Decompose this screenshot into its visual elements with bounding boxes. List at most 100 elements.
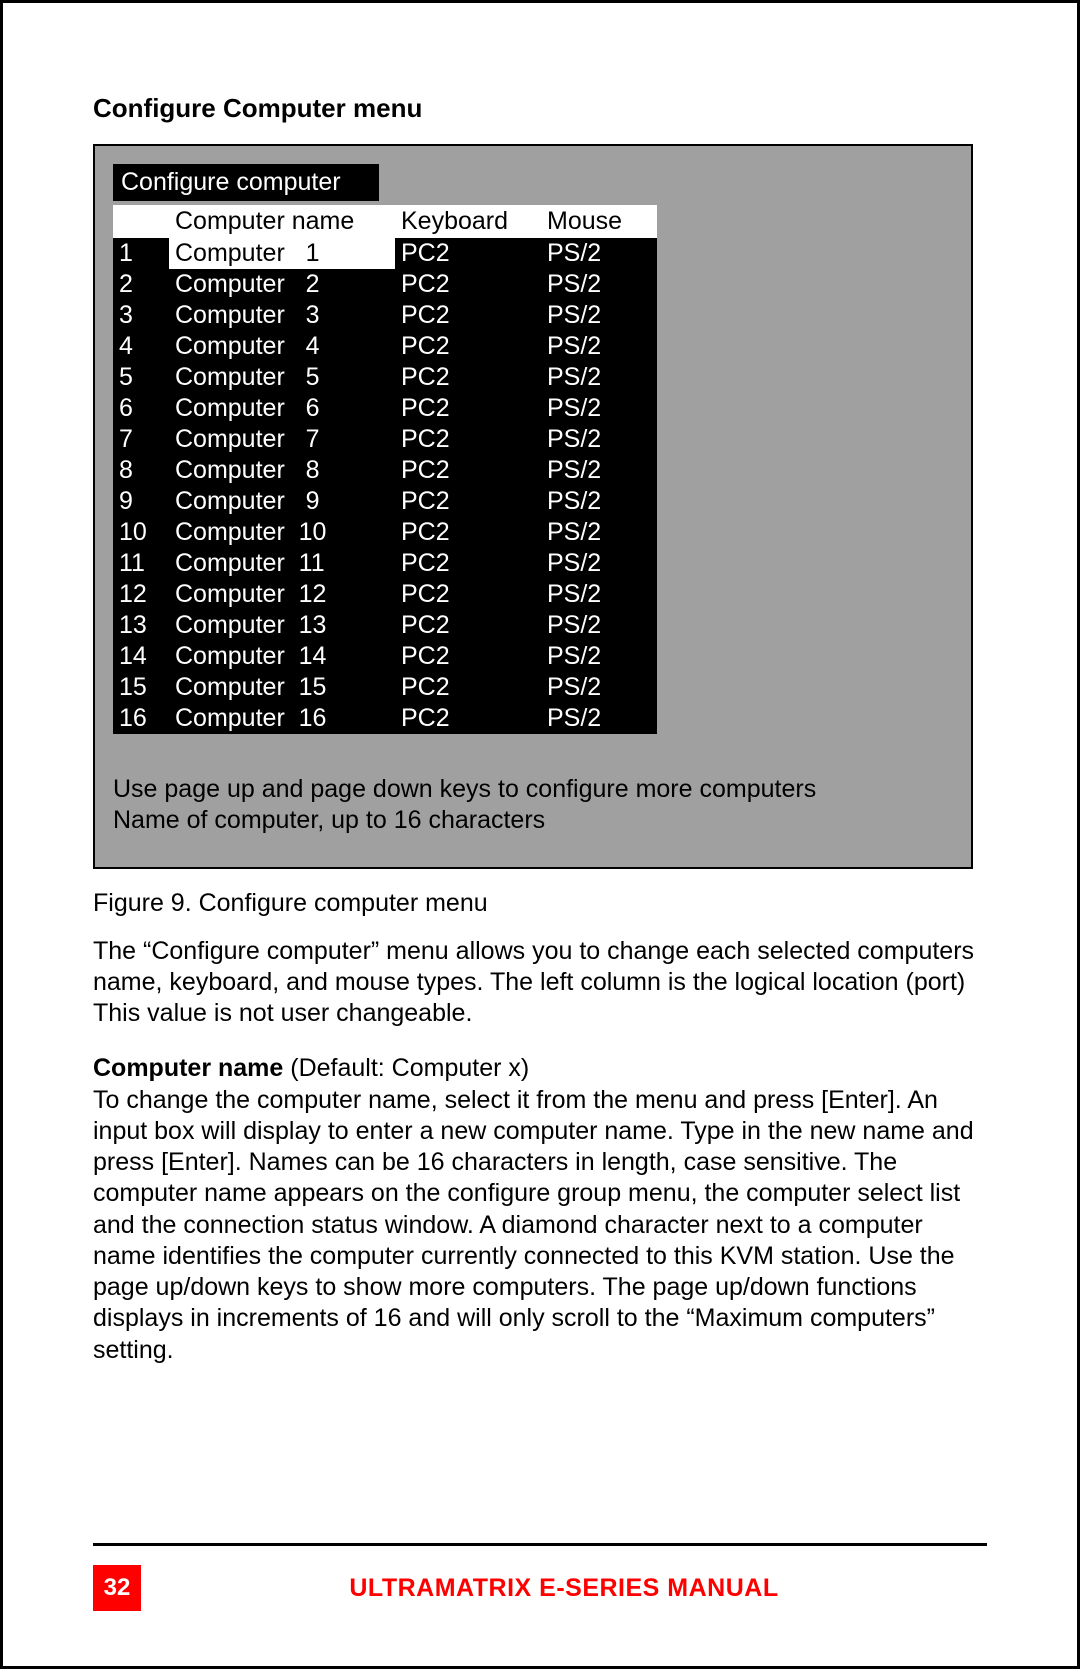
row-mouse[interactable]: PS/2: [541, 703, 657, 734]
row-mouse[interactable]: PS/2: [541, 238, 657, 269]
row-computer-name[interactable]: Computer 11: [169, 548, 395, 579]
row-index: 7: [113, 424, 169, 455]
row-computer-name[interactable]: Computer 13: [169, 610, 395, 641]
table-row[interactable]: 13Computer 13PC2PS/2: [113, 610, 657, 641]
menu-hint-line-1: Use page up and page down keys to config…: [113, 774, 953, 805]
row-keyboard[interactable]: PC2: [395, 393, 541, 424]
row-computer-name[interactable]: Computer 2: [169, 269, 395, 300]
row-keyboard[interactable]: PC2: [395, 610, 541, 641]
footer-divider: [93, 1543, 987, 1546]
row-keyboard[interactable]: PC2: [395, 672, 541, 703]
table-header-row: Computer name Keyboard Mouse: [113, 205, 657, 238]
row-keyboard[interactable]: PC2: [395, 238, 541, 269]
header-computer-name: Computer name: [169, 205, 395, 238]
table-row[interactable]: 8Computer 8PC2PS/2: [113, 455, 657, 486]
row-computer-name[interactable]: Computer 5: [169, 362, 395, 393]
row-keyboard[interactable]: PC2: [395, 455, 541, 486]
footer-title: ULTRAMATRIX E-SERIES MANUAL: [141, 1574, 987, 1603]
row-index: 9: [113, 486, 169, 517]
row-index: 10: [113, 517, 169, 548]
row-index: 15: [113, 672, 169, 703]
row-keyboard[interactable]: PC2: [395, 331, 541, 362]
row-keyboard[interactable]: PC2: [395, 641, 541, 672]
menu-title: Configure computer: [113, 164, 379, 201]
row-mouse[interactable]: PS/2: [541, 641, 657, 672]
row-index: 5: [113, 362, 169, 393]
page-number: 32: [93, 1565, 141, 1611]
row-computer-name[interactable]: Computer 10: [169, 517, 395, 548]
row-computer-name[interactable]: Computer 12: [169, 579, 395, 610]
row-mouse[interactable]: PS/2: [541, 455, 657, 486]
row-computer-name[interactable]: Computer 8: [169, 455, 395, 486]
row-computer-name[interactable]: Computer 7: [169, 424, 395, 455]
row-mouse[interactable]: PS/2: [541, 610, 657, 641]
table-row[interactable]: 16Computer 16PC2PS/2: [113, 703, 657, 734]
row-mouse[interactable]: PS/2: [541, 424, 657, 455]
row-keyboard[interactable]: PC2: [395, 703, 541, 734]
row-index: 11: [113, 548, 169, 579]
row-keyboard[interactable]: PC2: [395, 486, 541, 517]
label-default: (Default: Computer x): [283, 1054, 529, 1082]
table-row[interactable]: 6Computer 6PC2PS/2: [113, 393, 657, 424]
table-row[interactable]: 5Computer 5PC2PS/2: [113, 362, 657, 393]
page-footer: 32 ULTRAMATRIX E-SERIES MANUAL: [93, 1565, 987, 1611]
row-keyboard[interactable]: PC2: [395, 424, 541, 455]
row-index: 4: [113, 331, 169, 362]
row-computer-name[interactable]: Computer 16: [169, 703, 395, 734]
row-index: 2: [113, 269, 169, 300]
row-keyboard[interactable]: PC2: [395, 517, 541, 548]
figure-caption: Figure 9. Configure computer menu: [93, 889, 987, 918]
row-computer-name[interactable]: Computer 4: [169, 331, 395, 362]
section-heading: Configure Computer menu: [93, 93, 987, 124]
row-index: 3: [113, 300, 169, 331]
paragraph-computer-name: Computer name (Default: Computer x) To c…: [93, 1053, 987, 1366]
row-index: 16: [113, 703, 169, 734]
row-index: 12: [113, 579, 169, 610]
row-computer-name[interactable]: Computer 3: [169, 300, 395, 331]
row-index: 13: [113, 610, 169, 641]
row-computer-name[interactable]: Computer 1: [169, 238, 395, 269]
row-mouse[interactable]: PS/2: [541, 362, 657, 393]
document-page: Configure Computer menu Configure comput…: [0, 0, 1080, 1669]
table-row[interactable]: 10Computer 10PC2PS/2: [113, 517, 657, 548]
table-row[interactable]: 1Computer 1PC2PS/2: [113, 238, 657, 269]
table-row[interactable]: 2Computer 2PC2PS/2: [113, 269, 657, 300]
row-index: 8: [113, 455, 169, 486]
row-computer-name[interactable]: Computer 14: [169, 641, 395, 672]
header-keyboard: Keyboard: [395, 205, 541, 238]
row-computer-name[interactable]: Computer 9: [169, 486, 395, 517]
row-keyboard[interactable]: PC2: [395, 579, 541, 610]
row-mouse[interactable]: PS/2: [541, 486, 657, 517]
row-mouse[interactable]: PS/2: [541, 672, 657, 703]
header-mouse: Mouse: [541, 205, 657, 238]
row-index: 14: [113, 641, 169, 672]
row-mouse[interactable]: PS/2: [541, 579, 657, 610]
row-mouse[interactable]: PS/2: [541, 517, 657, 548]
table-row[interactable]: 3Computer 3PC2PS/2: [113, 300, 657, 331]
configure-computer-menu: Configure computer Computer name Keyboar…: [93, 144, 973, 869]
row-keyboard[interactable]: PC2: [395, 300, 541, 331]
table-row[interactable]: 4Computer 4PC2PS/2: [113, 331, 657, 362]
table-row[interactable]: 14Computer 14PC2PS/2: [113, 641, 657, 672]
row-mouse[interactable]: PS/2: [541, 548, 657, 579]
row-mouse[interactable]: PS/2: [541, 393, 657, 424]
paragraph-intro: The “Configure computer” menu allows you…: [93, 936, 987, 1030]
row-index: 6: [113, 393, 169, 424]
table-row[interactable]: 12Computer 12PC2PS/2: [113, 579, 657, 610]
table-row[interactable]: 7Computer 7PC2PS/2: [113, 424, 657, 455]
header-blank: [113, 205, 169, 238]
table-row[interactable]: 11Computer 11PC2PS/2: [113, 548, 657, 579]
row-mouse[interactable]: PS/2: [541, 331, 657, 362]
row-mouse[interactable]: PS/2: [541, 269, 657, 300]
table-row[interactable]: 15Computer 15PC2PS/2: [113, 672, 657, 703]
row-keyboard[interactable]: PC2: [395, 269, 541, 300]
row-computer-name[interactable]: Computer 15: [169, 672, 395, 703]
row-mouse[interactable]: PS/2: [541, 300, 657, 331]
menu-hint-line-2: Name of computer, up to 16 characters: [113, 805, 953, 836]
row-keyboard[interactable]: PC2: [395, 548, 541, 579]
computer-config-table: Computer name Keyboard Mouse 1Computer 1…: [113, 205, 657, 734]
row-keyboard[interactable]: PC2: [395, 362, 541, 393]
table-row[interactable]: 9Computer 9PC2PS/2: [113, 486, 657, 517]
row-computer-name[interactable]: Computer 6: [169, 393, 395, 424]
paragraph-computer-name-body: To change the computer name, select it f…: [93, 1086, 974, 1364]
